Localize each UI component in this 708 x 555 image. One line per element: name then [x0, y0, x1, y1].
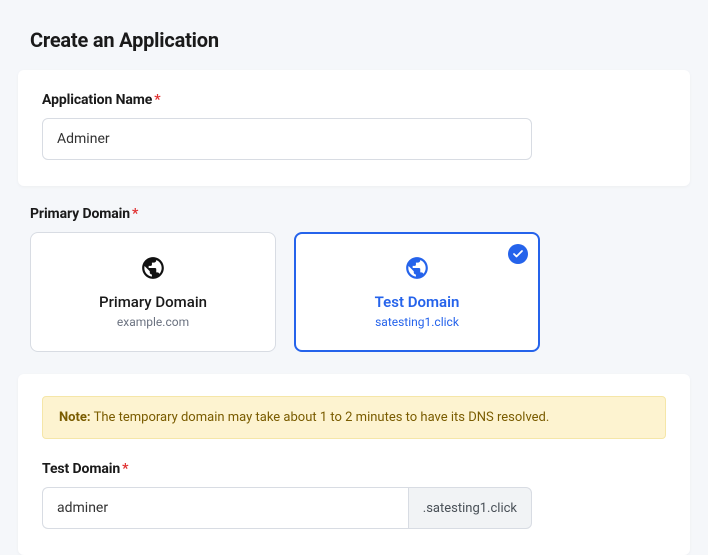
app-name-label-text: Application Name	[42, 92, 152, 108]
required-mark: *	[132, 206, 138, 222]
domain-card-title: Test Domain	[375, 293, 460, 311]
primary-domain-label: Primary Domain*	[0, 206, 708, 232]
required-mark: *	[154, 92, 160, 108]
page-title: Create an Application	[0, 0, 708, 70]
app-name-label: Application Name*	[42, 92, 666, 108]
primary-domain-label-text: Primary Domain	[30, 206, 130, 222]
check-icon	[508, 244, 528, 264]
domain-options-row: Primary Domain example.com Test Domain s…	[0, 232, 708, 374]
app-name-input[interactable]	[42, 118, 532, 160]
globe-icon	[404, 255, 430, 285]
note-text: The temporary domain may take about 1 to…	[91, 410, 550, 425]
test-domain-input[interactable]	[42, 487, 408, 529]
test-domain-config-card: Note: The temporary domain may take abou…	[18, 374, 690, 555]
globe-icon	[140, 255, 166, 285]
domain-card-title: Primary Domain	[99, 293, 207, 311]
test-domain-label: Test Domain*	[42, 461, 666, 477]
domain-card-subtitle: example.com	[117, 315, 189, 329]
required-mark: *	[122, 461, 128, 477]
domain-card-subtitle: satesting1.click	[375, 315, 459, 329]
app-name-card: Application Name*	[18, 70, 690, 186]
test-domain-card[interactable]: Test Domain satesting1.click	[294, 232, 540, 352]
test-domain-label-text: Test Domain	[42, 461, 120, 477]
test-domain-suffix: .satesting1.click	[408, 487, 532, 529]
note-prefix: Note:	[59, 410, 91, 425]
test-domain-input-group: .satesting1.click	[42, 487, 532, 529]
primary-domain-card[interactable]: Primary Domain example.com	[30, 232, 276, 352]
note-banner: Note: The temporary domain may take abou…	[42, 396, 666, 439]
